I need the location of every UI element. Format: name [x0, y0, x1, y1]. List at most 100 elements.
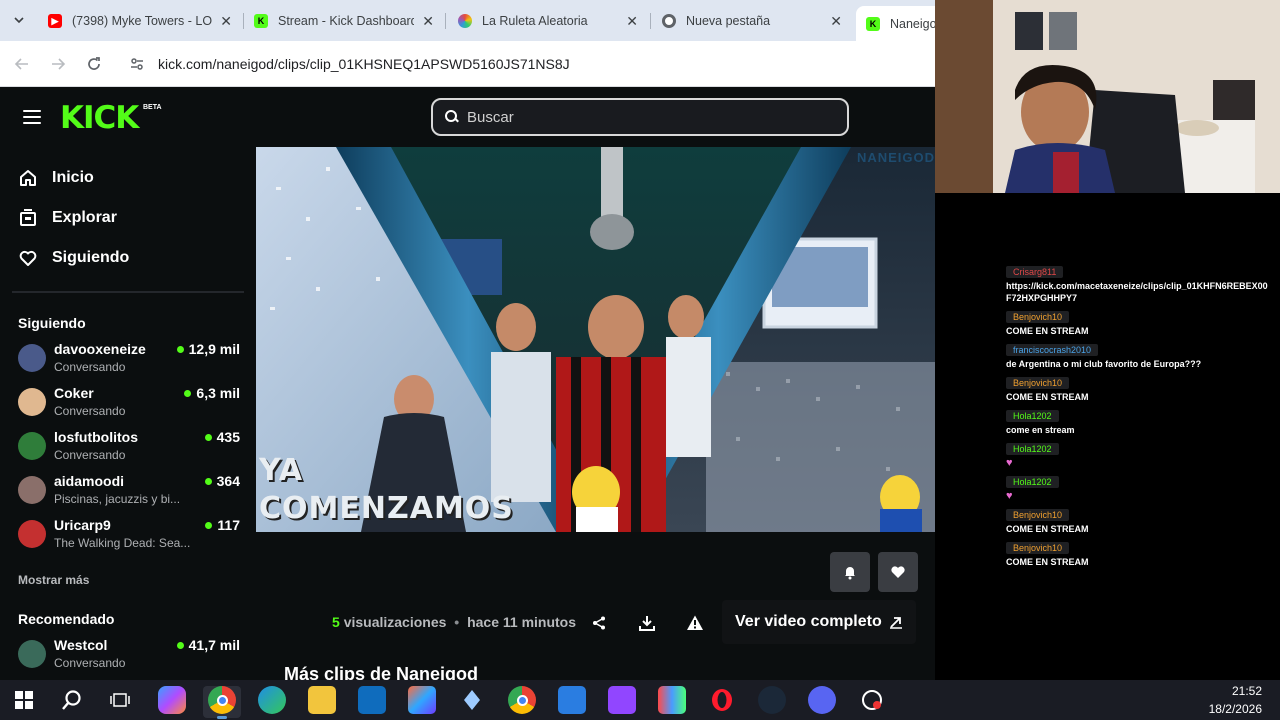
channel-name: Uricarp9 — [54, 517, 111, 533]
taskbar-search-button[interactable] — [58, 686, 86, 714]
chrome-icon — [662, 14, 676, 28]
more-clips-heading: Más clips de Naneigod — [284, 664, 479, 680]
kick-page: KICK BETA Inicio Explorar — [0, 88, 935, 680]
app-icon[interactable] — [458, 686, 486, 714]
nav-explore[interactable]: Explorar — [18, 208, 117, 228]
clock-icon — [862, 690, 882, 710]
tab-search-button[interactable] — [8, 9, 30, 31]
chat-username[interactable]: Benjovich10 — [1006, 311, 1070, 323]
chat-username[interactable]: franciscocrash2010 — [1006, 344, 1099, 356]
tab-kick-dashboard[interactable]: K Stream - Kick Dashboard ✕ — [244, 6, 444, 36]
close-icon[interactable]: ✕ — [422, 13, 434, 30]
tab-title: La Ruleta Aleatoria — [482, 14, 588, 28]
close-icon[interactable]: ✕ — [626, 13, 638, 30]
reload-button[interactable] — [83, 53, 105, 75]
channel-item[interactable]: Westcol Conversando 41,7 mil — [18, 634, 240, 674]
tab-naneigod[interactable]: K Naneigod — [856, 6, 946, 41]
search-icon — [62, 690, 81, 710]
show-more-link[interactable]: Mostrar más — [18, 573, 89, 587]
recommended-section-title: Recomendado — [18, 611, 115, 627]
search-box[interactable] — [431, 98, 849, 136]
chat-text: COME EN STREAM — [1006, 524, 1089, 534]
address-bar[interactable]: kick.com/naneigod/clips/clip_01KHSNEQ1AP… — [120, 48, 935, 80]
site-settings-icon[interactable] — [124, 51, 150, 77]
file-explorer-app[interactable] — [308, 686, 336, 714]
search-input[interactable] — [467, 108, 827, 126]
emote-icon: ♥ — [1006, 457, 1013, 469]
steam-app[interactable] — [758, 686, 786, 714]
tab-ruleta[interactable]: La Ruleta Aleatoria ✕ — [448, 6, 648, 36]
chrome-app[interactable] — [208, 686, 236, 714]
start-button[interactable] — [10, 686, 38, 714]
arrow-right-icon — [52, 58, 66, 70]
browser-toolbar: kick.com/naneigod/clips/clip_01KHSNEQ1AP… — [0, 41, 935, 87]
chat-text: https://kick.com/macetaxeneize/clips/cli… — [1006, 281, 1268, 303]
avatar — [18, 640, 46, 668]
views-label: visualizaciones — [343, 614, 447, 630]
microsoft-store-app[interactable] — [558, 686, 586, 714]
chrome-icon — [216, 694, 228, 706]
notify-button[interactable] — [830, 552, 870, 592]
chat-username[interactable]: Hola1202 — [1006, 476, 1059, 488]
download-button[interactable] — [636, 612, 658, 634]
twitch-app[interactable] — [608, 686, 636, 714]
chat-username[interactable]: Benjovich10 — [1006, 542, 1070, 554]
follow-button[interactable] — [878, 552, 918, 592]
chevron-down-icon — [14, 17, 24, 24]
opera-app[interactable] — [708, 686, 736, 714]
copilot-app[interactable] — [158, 686, 186, 714]
app-icon-clock[interactable] — [858, 686, 886, 714]
tab-youtube[interactable]: ▶ (7398) Myke Towers - LO ✕ — [38, 6, 242, 36]
url-text: kick.com/naneigod/clips/clip_01KHSNEQ1AP… — [158, 56, 570, 72]
discord-app[interactable] — [808, 686, 836, 714]
chat-username[interactable]: Hola1202 — [1006, 410, 1059, 422]
app-icon-grid[interactable] — [658, 686, 686, 714]
nav-home[interactable]: Inicio — [18, 168, 94, 188]
chat-username[interactable]: Benjovich10 — [1006, 509, 1070, 521]
channel-item[interactable]: aidamoodi Piscinas, jacuzzis y bi... 364 — [18, 470, 240, 510]
bell-icon — [845, 567, 855, 580]
viewer-count: 12,9 mil — [176, 341, 240, 357]
chat-username[interactable]: Hola1202 — [1006, 443, 1059, 455]
microsoft365-app[interactable] — [408, 686, 436, 714]
chat-text: COME EN STREAM — [1006, 557, 1089, 567]
share-button[interactable] — [588, 612, 610, 634]
channel-name: aidamoodi — [54, 473, 125, 489]
chrome-app-2[interactable] — [508, 686, 536, 714]
channel-item[interactable]: losfutbolitos Conversando 435 — [18, 426, 240, 466]
nav-home-label: Inicio — [52, 169, 94, 186]
forward-button[interactable] — [47, 53, 69, 75]
clock-date: 18/2/2026 — [1208, 702, 1262, 716]
chat-username[interactable]: Crisarg811 — [1006, 266, 1064, 278]
beta-badge: BETA — [143, 104, 162, 111]
windows-taskbar — [0, 680, 1280, 720]
channel-item[interactable]: Uricarp9 The Walking Dead: Sea... 117 — [18, 514, 240, 554]
kick-logo[interactable]: KICK — [60, 101, 139, 135]
browser-window: ▶ (7398) Myke Towers - LO ✕ K Stream - K… — [0, 0, 946, 680]
app-icon — [464, 690, 480, 710]
channel-item[interactable]: Coker Conversando 6,3 mil — [18, 382, 240, 422]
report-button[interactable] — [684, 612, 706, 634]
menu-icon[interactable] — [23, 110, 41, 124]
task-view-button[interactable] — [106, 686, 134, 714]
channel-item[interactable]: davooxeneize Conversando 12,9 mil — [18, 338, 240, 378]
channel-category: Conversando — [54, 360, 126, 374]
tab-title: Nueva pestaña — [686, 14, 771, 28]
close-icon[interactable]: ✕ — [220, 13, 232, 30]
back-button[interactable] — [11, 53, 33, 75]
tab-new-tab[interactable]: Nueva pestaña ✕ — [652, 6, 852, 36]
chat-text: come en stream — [1006, 425, 1075, 435]
close-icon[interactable]: ✕ — [830, 13, 842, 30]
outlook-app[interactable] — [358, 686, 386, 714]
watch-full-video-button[interactable]: Ver video completo — [722, 600, 916, 644]
explore-icon — [18, 208, 38, 228]
clip-stats: 5 visualizaciones • hace 11 minutos — [332, 614, 576, 630]
chat-username[interactable]: Benjovich10 — [1006, 377, 1070, 389]
channel-category: Conversando — [54, 404, 126, 418]
tab-divider — [650, 13, 651, 29]
nav-following[interactable]: Siguiendo — [18, 248, 129, 268]
share-icon — [593, 616, 605, 630]
edge-app[interactable] — [258, 686, 286, 714]
taskbar-clock[interactable]: 21:52 18/2/2026 — [1209, 682, 1262, 718]
clip-video-player[interactable]: NANEIGOD YA COMENZAMOS — [256, 147, 935, 532]
